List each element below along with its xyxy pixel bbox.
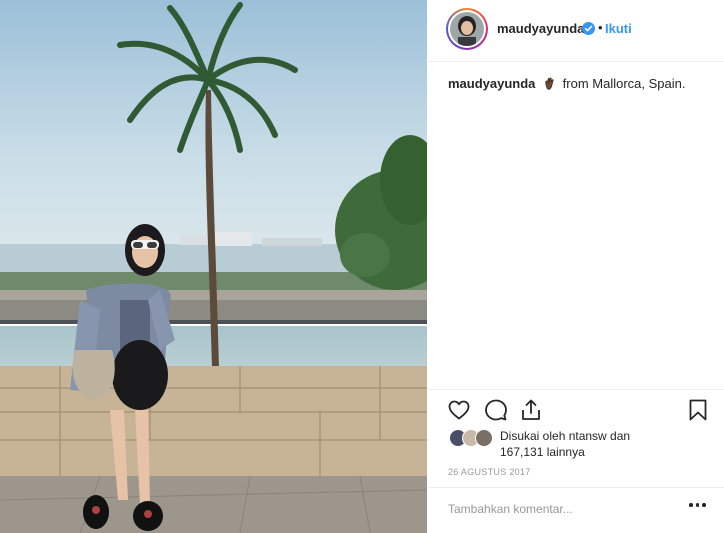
likes-line-2[interactable]: 167,131 lainnya — [500, 444, 700, 460]
caption-username[interactable]: maudyayunda — [448, 76, 535, 91]
comment-divider — [428, 487, 724, 488]
follow-button[interactable]: Ikuti — [605, 21, 632, 36]
post-side-panel: maudyayunda • Ikuti maudyayunda from Mal… — [428, 0, 724, 533]
more-dot — [695, 503, 699, 507]
post-header: maudyayunda • Ikuti — [428, 0, 724, 62]
liker-avatar — [475, 429, 493, 447]
post-photo-image — [0, 0, 427, 533]
bookmark-icon[interactable] — [686, 398, 710, 422]
author-avatar[interactable] — [446, 8, 488, 50]
post-date[interactable]: 26 AGUSTUS 2017 — [448, 467, 531, 477]
header-separator: • — [598, 20, 603, 35]
more-dot — [689, 503, 693, 507]
more-dot — [702, 503, 706, 507]
likes-line-1[interactable]: Disukai oleh ntansw dan — [500, 428, 700, 444]
verified-badge-icon — [582, 22, 595, 35]
comment-input[interactable] — [448, 499, 668, 519]
comment-icon[interactable] — [484, 398, 508, 422]
post-photo[interactable] — [0, 0, 427, 533]
actions-divider — [428, 389, 724, 390]
heart-icon[interactable] — [447, 398, 471, 422]
more-options-icon[interactable] — [689, 503, 707, 509]
avatar-image — [450, 12, 484, 46]
hand-emoji-icon — [545, 77, 554, 90]
author-username[interactable]: maudyayunda — [497, 21, 584, 36]
share-icon[interactable] — [519, 398, 543, 422]
likes-summary: Disukai oleh ntansw dan 167,131 lainnya — [500, 428, 700, 460]
likers-avatars — [449, 429, 499, 447]
caption-text: from Mallorca, Spain. — [562, 76, 686, 91]
post-caption: maudyayunda from Mallorca, Spain. — [448, 76, 686, 91]
